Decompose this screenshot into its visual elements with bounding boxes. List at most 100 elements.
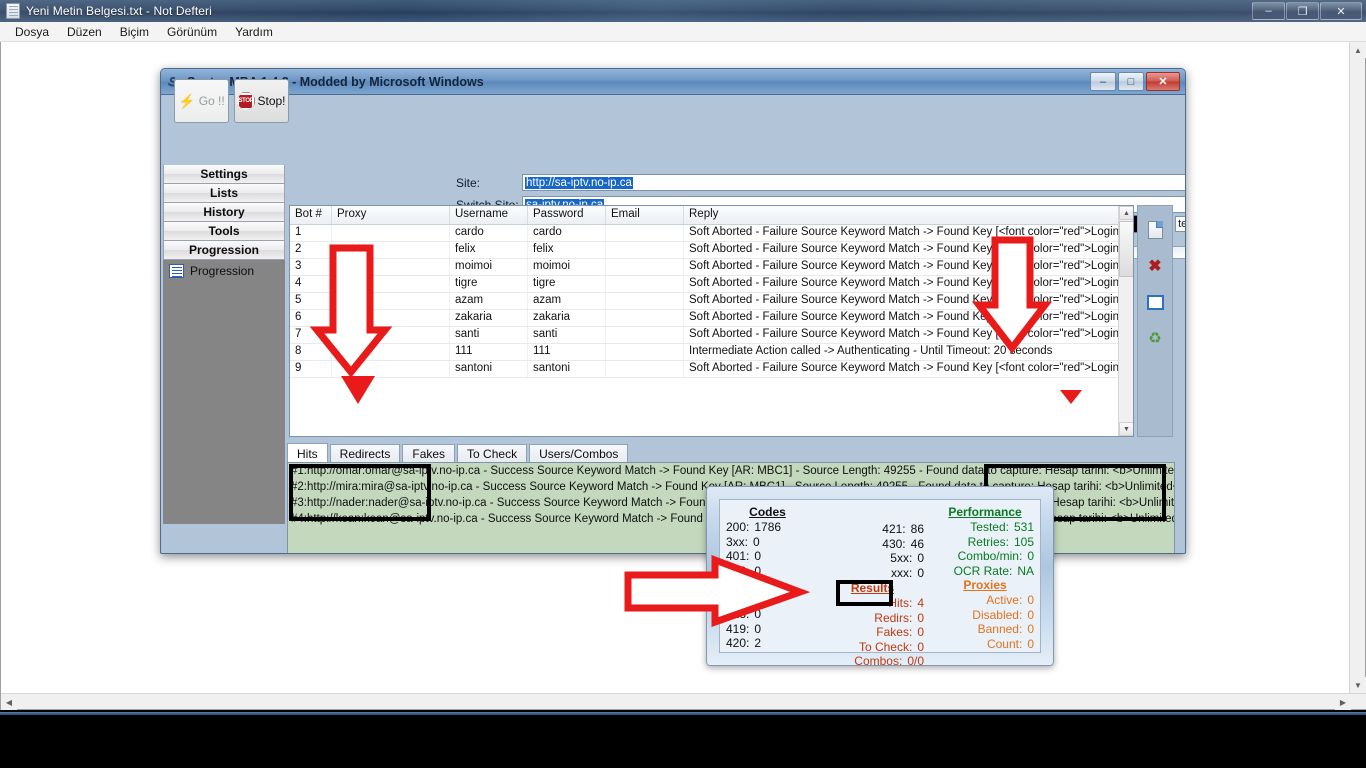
table-row[interactable]: 1cardocardoSoft Aborted - Failure Source… [290, 225, 1133, 242]
column-header-password[interactable]: Password [528, 206, 606, 224]
scroll-up-icon[interactable]: ▲ [1350, 42, 1366, 58]
result-stat: Redirs:0 [821, 611, 924, 626]
bots-table-scrollbar[interactable]: ▲ ▼ [1118, 206, 1133, 436]
list-input[interactable]: test [1175, 216, 1186, 232]
menu-item-duzen[interactable]: Düzen [58, 23, 111, 41]
column-header-email[interactable]: Email [606, 206, 684, 224]
code-stat-label: 403: [726, 564, 749, 579]
code-stat-label: 421: [882, 522, 905, 537]
cell-bot: 9 [290, 361, 332, 377]
red-x-icon[interactable]: ✖ [1145, 256, 1165, 276]
document-icon[interactable] [1145, 220, 1165, 240]
tab-to-check[interactable]: To Check [457, 444, 527, 463]
sidebar-item-progression[interactable]: Progression [163, 241, 285, 260]
site-input[interactable]: http://sa-iptv.no-ip.ca ▼ [522, 174, 1186, 191]
column-header-bot[interactable]: Bot # [290, 206, 332, 224]
go-button[interactable]: ⚡ Go !! [174, 79, 229, 123]
tab-users-combos[interactable]: Users/Combos [529, 444, 628, 463]
code-stat-label: 3xx: [726, 535, 748, 550]
sentry-maximize-button[interactable]: □ [1118, 72, 1144, 91]
bots-scrollbar-thumb[interactable] [1119, 221, 1134, 277]
blue-square-icon[interactable] [1145, 292, 1165, 312]
notepad-horizontal-scrollbar[interactable]: ◀ ▶ [1, 693, 1366, 709]
result-stat: Fakes:0 [821, 625, 924, 640]
cell-reply: Soft Aborted - Failure Source Keyword Ma… [684, 361, 1133, 377]
code-stat-value: 0 [754, 593, 761, 608]
performance-stat-label: Tested: [970, 520, 1009, 535]
table-row[interactable]: 6zakariazakariaSoft Aborted - Failure So… [290, 310, 1133, 327]
list-item[interactable]: #1:http://omar:omar@sa-iptv.no-ip.ca - S… [288, 463, 1174, 479]
sentry-close-button[interactable]: ✕ [1146, 72, 1180, 91]
scroll-up-icon[interactable]: ▲ [1119, 206, 1134, 220]
sidebar-subitem-progression[interactable]: Progression [163, 260, 285, 282]
column-header-reply[interactable]: Reply [684, 206, 1133, 224]
table-row[interactable]: 4tigretigreSoft Aborted - Failure Source… [290, 276, 1133, 293]
lightning-icon: ⚡ [178, 93, 195, 110]
notepad-close-button[interactable]: ✕ [1320, 2, 1362, 20]
code-stat: 421:86 [821, 522, 924, 537]
code-stat-label: 419: [726, 622, 749, 637]
sentry-toolbar [161, 96, 1186, 164]
menu-item-bicim[interactable]: Biçim [111, 23, 158, 41]
scroll-down-icon[interactable]: ▼ [1119, 422, 1134, 436]
cell-password: zakaria [528, 310, 606, 326]
tab-redirects[interactable]: Redirects [330, 444, 401, 463]
scroll-left-icon[interactable]: ◀ [1, 694, 17, 710]
column-header-username[interactable]: Username [450, 206, 528, 224]
proxy-stat-label: Count: [987, 637, 1022, 652]
site-input-value: http://sa-iptv.no-ip.ca [525, 177, 633, 189]
notepad-restore-button[interactable]: ❐ [1286, 2, 1319, 20]
performance-column: Performance Tested:531Retries:105Combo/m… [930, 500, 1040, 652]
result-stat-value: 0 [917, 611, 924, 626]
code-stat-label: 420: [726, 636, 749, 651]
proxy-stat-value: 0 [1027, 608, 1034, 623]
performance-stat-value: 105 [1014, 535, 1034, 550]
cell-email [606, 242, 684, 258]
menu-item-dosya[interactable]: Dosya [6, 23, 58, 41]
code-stat-value: 46 [911, 537, 924, 552]
notepad-titlebar: Yeni Metin Belgesi.txt - Not Defteri – ❐… [0, 0, 1366, 22]
cell-username: tigre [450, 276, 528, 292]
notepad-window-controls: – ❐ ✕ [1252, 2, 1362, 20]
tab-fakes[interactable]: Fakes [402, 444, 455, 463]
results-column: 421:86430:465xx:0xxx:0 Results Hits:4Red… [815, 500, 930, 652]
code-stat: 401:0 [726, 549, 809, 564]
column-header-proxy[interactable]: Proxy [332, 206, 450, 224]
cell-bot: 1 [290, 225, 332, 241]
notepad-minimize-button[interactable]: – [1252, 2, 1285, 20]
cell-bot: 6 [290, 310, 332, 326]
sidebar-item-tools[interactable]: Tools [163, 222, 285, 241]
table-row[interactable]: 5azamazamSoft Aborted - Failure Source K… [290, 293, 1133, 310]
table-row[interactable]: 9santonisantoniSoft Aborted - Failure So… [290, 361, 1133, 378]
table-row[interactable]: 3moimoimoimoiSoft Aborted - Failure Sour… [290, 259, 1133, 276]
stop-button[interactable]: STOP Stop! [234, 79, 289, 123]
code-stat-value: 0 [754, 622, 761, 637]
notepad-title: Yeni Metin Belgesi.txt - Not Defteri [26, 4, 212, 18]
sidebar-item-lists[interactable]: Lists [163, 184, 285, 203]
sentry-minimize-button[interactable]: – [1090, 72, 1116, 91]
refresh-icon[interactable]: ♻ [1145, 328, 1165, 348]
sidebar-item-history[interactable]: History [163, 203, 285, 222]
code-stat-label: 404: [726, 578, 749, 593]
result-stat-label: Combos: [854, 654, 902, 669]
menu-item-yardim[interactable]: Yardım [226, 23, 282, 41]
tab-hits[interactable]: Hits [287, 443, 328, 463]
cell-password: santoni [528, 361, 606, 377]
scroll-right-icon[interactable]: ▶ [1335, 694, 1351, 710]
proxy-stat-label: Banned: [978, 622, 1023, 637]
table-row[interactable]: 8111111Intermediate Action called -> Aut… [290, 344, 1133, 361]
notepad-vertical-scrollbar[interactable]: ▲ ▼ [1349, 42, 1365, 709]
result-stat: To Check:0 [821, 640, 924, 655]
table-row[interactable]: 7santisantiSoft Aborted - Failure Source… [290, 327, 1133, 344]
table-row[interactable]: 2felixfelixSoft Aborted - Failure Source… [290, 242, 1133, 259]
code-stat-value: 0 [754, 549, 761, 564]
menu-item-gorunum[interactable]: Görünüm [158, 23, 226, 41]
sidebar-item-settings[interactable]: Settings [163, 165, 285, 184]
code-stat-label: xxx: [891, 566, 912, 581]
cell-password: santi [528, 327, 606, 343]
proxy-stat: Disabled:0 [936, 608, 1034, 623]
code-stat-label: 5xx: [890, 551, 912, 566]
go-button-label: Go !! [199, 94, 225, 108]
scroll-down-icon[interactable]: ▼ [1350, 677, 1366, 693]
sentry-title: Sentry MBA 1.4.2 - Modded by Microsoft W… [187, 75, 484, 89]
